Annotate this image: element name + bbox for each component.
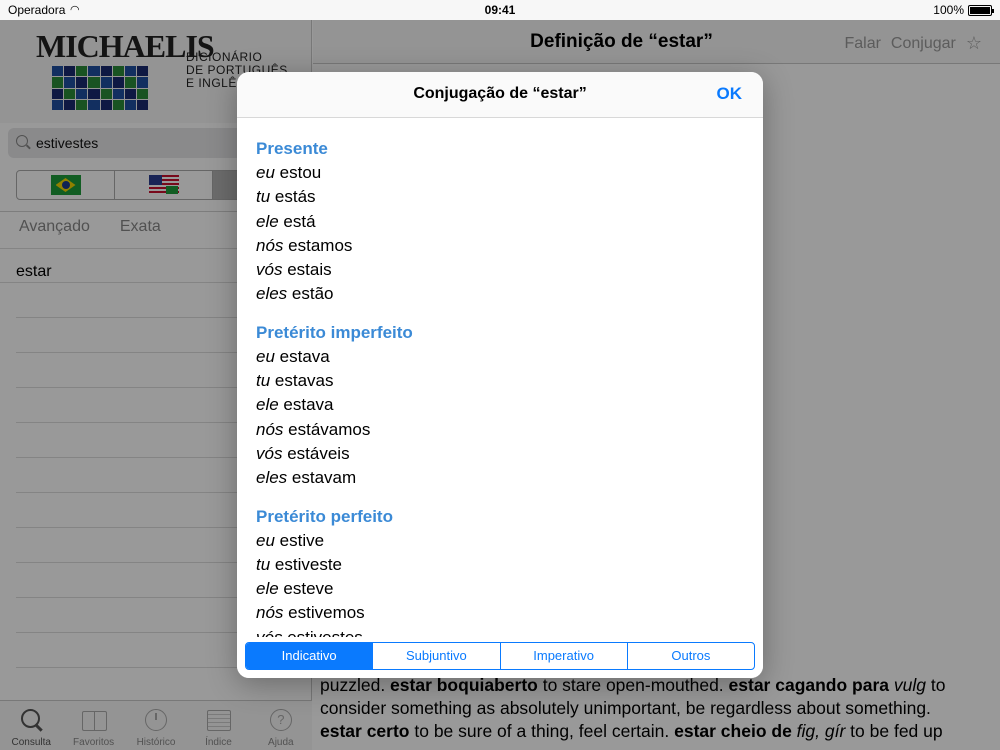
verb-form: estávamos [288, 419, 371, 439]
verb-form: estais [287, 260, 332, 280]
pronoun: tu [256, 554, 271, 574]
pronoun: eu [256, 163, 275, 182]
pronoun: nós [256, 603, 284, 623]
battery-indicator: 100% [933, 3, 994, 17]
conjugation-modal: Conjugação de “estar” OK Presente eu esto… [237, 72, 763, 678]
verb-form: estiveste [274, 554, 343, 574]
pronoun: ele [256, 395, 279, 415]
pronoun: ele [256, 579, 279, 599]
pronoun: vós [256, 628, 282, 637]
verb-form: estivestes [287, 628, 363, 637]
tense-heading: Pretérito perfeito [256, 506, 393, 526]
conjugation-row: vós estivestes [256, 626, 763, 637]
conjugation-row: nós estávamos [256, 418, 763, 442]
conjugation-row: tu estavas [256, 369, 763, 393]
conjugation-row: ele está [256, 210, 763, 234]
pronoun: vós [256, 260, 283, 280]
modal-footer: Indicativo Subjuntivo Imperativo Outros [237, 637, 763, 678]
verb-form: estamos [288, 235, 353, 255]
verb-form: estás [274, 187, 316, 207]
pronoun: eu [256, 346, 275, 366]
status-bar: Operadora ◠ 09:41 100% [0, 0, 1000, 20]
modal-title: Conjugação de “estar” [413, 85, 587, 102]
conjugation-row: vós estais [256, 258, 763, 282]
conjugation-row: vós estáveis [256, 442, 763, 466]
pronoun: tu [256, 187, 271, 207]
battery-percent: 100% [933, 3, 964, 17]
modal-header: Conjugação de “estar” OK [237, 72, 763, 118]
battery-icon [968, 4, 994, 16]
pronoun: eles [256, 284, 288, 304]
tense-section: Pretérito imperfeito eu estava tu estavas e… [256, 320, 763, 491]
mood-selector: Indicativo Subjuntivo Imperativo Outros [245, 642, 755, 670]
verb-form: estou [279, 163, 322, 182]
tense-section: Presente eu estou tu estás ele está nós esta… [256, 136, 763, 307]
pronoun: nós [256, 419, 284, 439]
verb-form: estão [291, 284, 334, 304]
conjugation-row: nós estivemos [256, 601, 763, 625]
conjugation-list[interactable]: Presente eu estou tu estás ele está nós esta… [237, 119, 763, 637]
pronoun: eu [256, 530, 275, 550]
tense-heading: Presente [256, 139, 328, 158]
conjugation-row: eu estou [256, 161, 763, 185]
clock-label: 09:41 [484, 3, 516, 17]
verb-form: estáveis [287, 443, 350, 463]
conjugation-row: eles estavam [256, 466, 763, 490]
pronoun: eles [256, 468, 288, 488]
mood-imperativo[interactable]: Imperativo [501, 643, 628, 669]
conjugation-row: nós estamos [256, 234, 763, 258]
verb-form: estavam [291, 468, 357, 488]
conjugation-row: ele estava [256, 393, 763, 417]
conjugation-row: eles estão [256, 282, 763, 306]
verb-form: estivemos [288, 603, 365, 623]
conjugation-row: tu estiveste [256, 553, 763, 577]
conjugation-row: ele esteve [256, 577, 763, 601]
verb-form: está [283, 211, 316, 231]
mood-subjuntivo[interactable]: Subjuntivo [373, 643, 501, 669]
verb-form: esteve [283, 579, 334, 599]
verb-form: estava [279, 346, 330, 366]
pronoun: vós [256, 443, 283, 463]
ok-button[interactable]: OK [717, 84, 743, 104]
tense-heading: Pretérito imperfeito [256, 322, 413, 342]
pronoun: nós [256, 235, 284, 255]
tense-section: Pretérito perfeito eu estive tu estiveste e… [256, 504, 763, 637]
verb-form: estava [283, 395, 334, 415]
mood-outros[interactable]: Outros [628, 643, 754, 669]
pronoun: tu [256, 371, 271, 391]
conjugation-row: eu estive [256, 529, 763, 553]
conjugation-row: tu estás [256, 185, 763, 209]
verb-form: estive [279, 530, 325, 550]
conjugation-row: eu estava [256, 345, 763, 369]
mood-indicativo[interactable]: Indicativo [246, 643, 374, 669]
pronoun: ele [256, 211, 279, 231]
verb-form: estavas [274, 371, 334, 391]
